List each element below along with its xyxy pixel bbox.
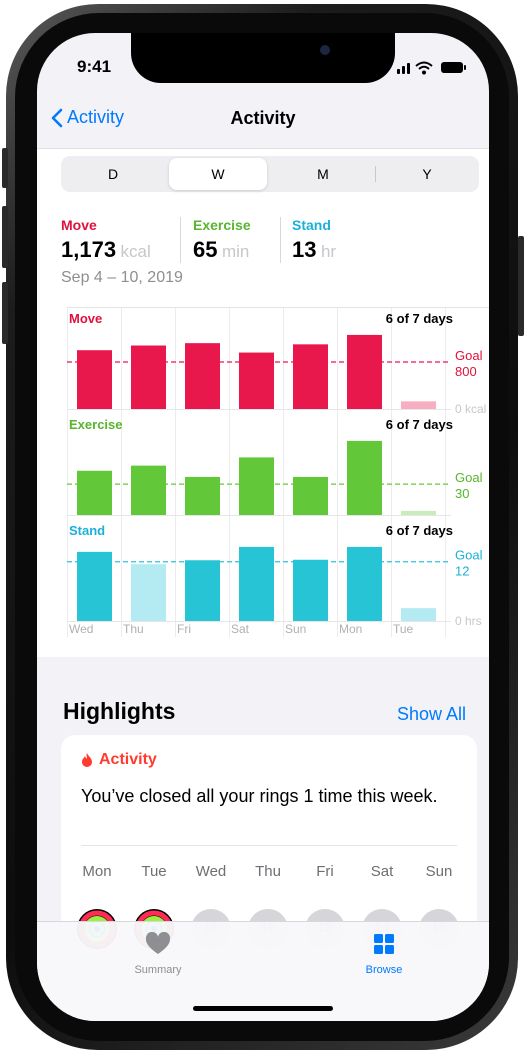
exercise-label: Exercise <box>193 217 251 233</box>
week-day-label: Thu <box>255 863 281 880</box>
notch <box>131 33 395 83</box>
tab-summary-label: Summary <box>134 964 182 976</box>
highlights-title: Highlights <box>63 698 176 724</box>
front-camera <box>320 45 330 55</box>
tab-browse-label: Browse <box>365 964 403 976</box>
goal-label: Goal <box>455 470 483 485</box>
day-label: Thu <box>123 622 144 636</box>
week-day-label: Sun <box>425 863 453 880</box>
page-title: Activity <box>230 108 296 128</box>
status-icons <box>397 61 477 75</box>
goal-value: 800 <box>455 364 477 379</box>
battery-tip <box>464 65 466 70</box>
status-time: 9:41 <box>77 57 112 76</box>
exercise-unit: min <box>221 242 250 261</box>
chart-bar <box>131 465 166 515</box>
flame-icon <box>82 753 92 767</box>
goal-label: Goal <box>455 548 483 563</box>
week-day-label: Fri <box>316 863 334 880</box>
screen: 9:41 Activity Activity D W M Y Move 1,17… <box>37 33 489 1021</box>
chart-bar <box>239 457 274 515</box>
chart-summary: 6 of 7 days <box>386 417 453 432</box>
chart-summary: 6 of 7 days <box>386 311 453 326</box>
chart-bar <box>239 352 274 409</box>
segment-year[interactable]: Y <box>375 156 479 192</box>
mute-switch <box>2 148 8 188</box>
exercise-value: 65 <box>193 237 218 262</box>
chart-bar <box>239 546 274 621</box>
stand-stat: 13 hr <box>292 237 336 263</box>
chart-bar <box>77 470 112 515</box>
segment-month[interactable]: M <box>271 156 375 192</box>
segment-day[interactable]: D <box>61 156 165 192</box>
day-label: Sun <box>285 622 306 636</box>
chart-summary: 6 of 7 days <box>386 523 453 538</box>
stat-divider <box>180 217 181 263</box>
day-label: Mon <box>339 622 362 636</box>
move-label: Move <box>61 217 97 233</box>
chart-bar <box>401 401 436 409</box>
move-value: 1,173 <box>61 237 117 262</box>
heart-icon <box>145 932 171 954</box>
period-segmented-control: D W M Y <box>61 156 479 192</box>
stand-value: 13 <box>292 237 317 262</box>
chart-bar <box>401 608 436 621</box>
day-label: Tue <box>393 622 414 636</box>
chart-bar <box>185 343 220 409</box>
chart-bar <box>293 559 328 621</box>
week-day-label: Wed <box>195 863 227 880</box>
week-day-label: Tue <box>141 863 167 880</box>
tab-summary[interactable]: Summary <box>113 932 203 982</box>
week-day-label: Mon <box>82 863 112 880</box>
goal-value: 30 <box>455 486 469 501</box>
activity-charts: Move 6 of 7 daysGoal8000 kcalExercise 6 of… <box>67 307 489 637</box>
day-label: Sat <box>231 622 250 636</box>
tab-browse[interactable]: Browse <box>339 932 429 982</box>
goal-label: Goal <box>455 348 483 363</box>
day-label: Wed <box>69 622 93 636</box>
signal-bar <box>407 63 410 74</box>
chart-bar <box>293 344 328 409</box>
date-range: Sep 4 – 10, 2019 <box>61 269 183 286</box>
chart-bar <box>293 476 328 515</box>
chart-bar <box>185 476 220 515</box>
stat-divider <box>280 217 281 263</box>
chart-bar <box>347 440 382 515</box>
chart-bar <box>77 350 112 409</box>
exercise-stat: 65 min <box>193 237 249 263</box>
week-day-label: Sat <box>370 863 394 880</box>
volume-up-button <box>2 206 8 268</box>
wifi-icon <box>415 61 433 75</box>
stand-label: Stand <box>292 217 331 233</box>
chart-bar <box>185 560 220 621</box>
chart-bar <box>347 334 382 409</box>
show-all-link[interactable]: Show All <box>397 704 466 725</box>
power-button <box>518 236 524 336</box>
chart-bar <box>347 546 382 621</box>
stand-unit: hr <box>320 242 337 261</box>
baseline-label: 0 hrs <box>455 614 482 628</box>
signal-bar <box>402 66 405 74</box>
chart-bar <box>131 345 166 409</box>
goal-value: 12 <box>455 564 469 579</box>
chart-title: Move <box>69 311 102 326</box>
volume-down-button <box>2 282 8 344</box>
signal-bar <box>397 69 400 74</box>
segment-week[interactable]: W <box>169 158 267 190</box>
grid-icon <box>374 934 394 954</box>
home-indicator <box>193 1006 333 1011</box>
chart-title: Exercise <box>69 417 123 432</box>
baseline-label: 0 kcal <box>455 402 486 416</box>
day-label: Fri <box>177 622 191 636</box>
highlight-tag: Activity <box>81 751 157 769</box>
highlight-divider <box>81 845 457 846</box>
chart-title: Stand <box>69 523 105 538</box>
highlight-text: You’ve closed all your rings 1 time this… <box>81 786 438 806</box>
highlight-tag-label: Activity <box>99 751 157 768</box>
move-unit: kcal <box>120 242 151 261</box>
chart-bar <box>401 510 436 515</box>
battery-icon <box>441 62 463 73</box>
move-stat: 1,173 kcal <box>61 237 151 263</box>
chart-bar <box>131 564 166 621</box>
